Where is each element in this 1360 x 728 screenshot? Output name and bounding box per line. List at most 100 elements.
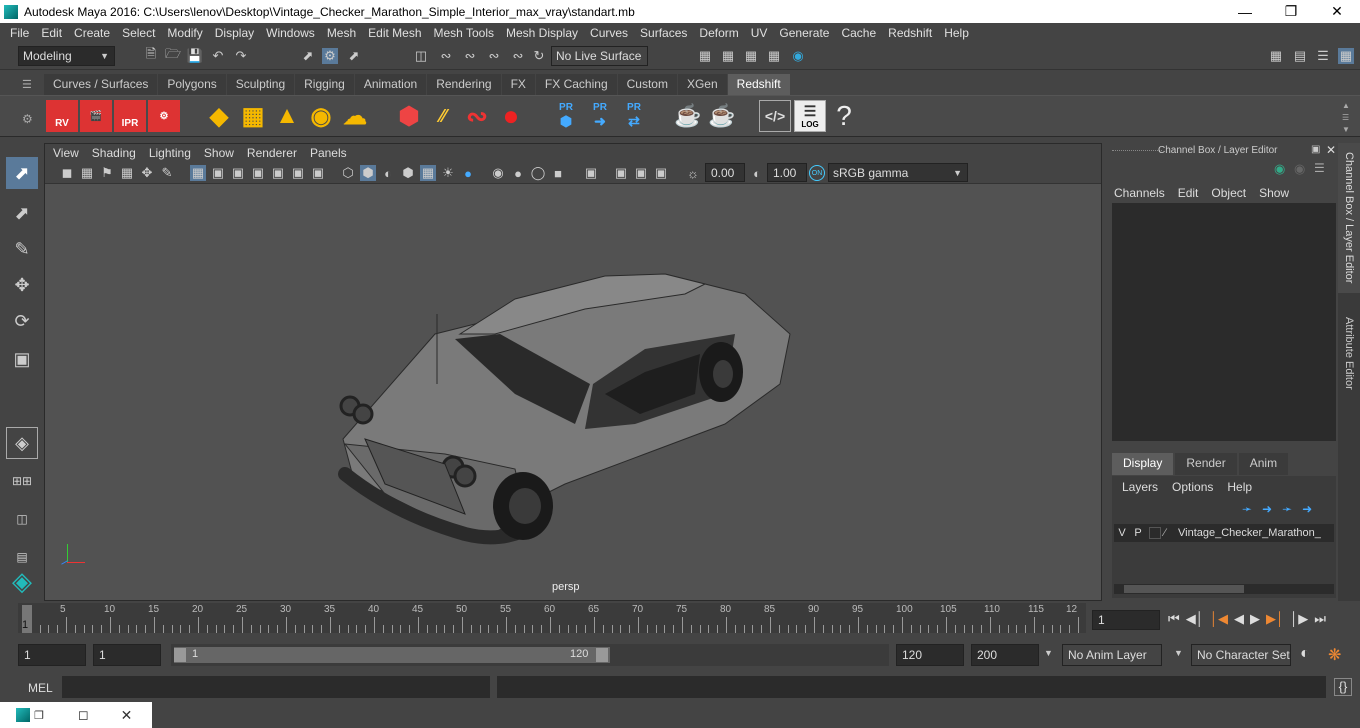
four-view-layout-icon[interactable]: ⊞⊞	[6, 465, 38, 497]
shelf-tab-fx-caching[interactable]: FX Caching	[535, 74, 617, 95]
mel-label[interactable]: MEL	[28, 681, 53, 695]
time-ruler[interactable]: 5 10 15 20 25 30 35 40 45 50 55 60 65 70 75 80 85 90 95 100…	[18, 603, 1086, 633]
viewport-menu-show[interactable]: Show	[204, 146, 234, 160]
safe-title-icon[interactable]: ▣	[310, 165, 326, 181]
layer-actions-icons[interactable]: ➛➜➛➜	[1242, 502, 1322, 516]
new-scene-icon[interactable]: 🗎	[143, 46, 159, 64]
layer-tab-anim[interactable]: Anim	[1238, 453, 1289, 475]
select-tool-icon[interactable]: ⬈	[6, 157, 38, 189]
ipr-render-icon[interactable]: ▦	[743, 48, 759, 64]
select-by-hierarchy-icon[interactable]: ⬈	[300, 48, 316, 64]
close-small-icon[interactable]: ✕	[121, 707, 133, 724]
render-settings-icon[interactable]: ▦	[697, 48, 713, 64]
xray-active-icon[interactable]: ▣	[633, 165, 649, 181]
use-all-lights-icon[interactable]: ▦	[420, 165, 436, 181]
viewport-menu-shading[interactable]: Shading	[92, 146, 136, 160]
channel-box-sync-icon[interactable]: ◉	[1294, 161, 1305, 177]
layer-row[interactable]: V P ∕ Vintage_Checker_Marathon_	[1114, 524, 1334, 542]
redshift-render-icon[interactable]: 🎬	[80, 100, 112, 132]
shelf-tab-custom[interactable]: Custom	[617, 74, 677, 95]
snap-live-icon[interactable]: ↻	[531, 48, 547, 64]
safe-action-icon[interactable]: ▣	[290, 165, 306, 181]
layer-scroll-thumb[interactable]	[1124, 585, 1244, 593]
redshift-bake-set-icon[interactable]: ☕	[706, 100, 738, 132]
film-gate-icon[interactable]: ▣	[210, 165, 226, 181]
playback-end-field[interactable]: 120	[896, 644, 964, 666]
menu-edit[interactable]: Edit	[35, 26, 68, 40]
channel-box-side-tab[interactable]: Channel Box / Layer Editor	[1338, 143, 1360, 293]
shelf-tab-sculpting[interactable]: Sculpting	[226, 74, 295, 95]
shelf-tab-curves-surfaces[interactable]: Curves / Surfaces	[44, 74, 158, 95]
redshift-render-settings-icon[interactable]: ⚙	[148, 100, 180, 132]
redshift-area-light-icon[interactable]: ◆	[203, 100, 235, 132]
redshift-pr-box-icon[interactable]: PR ⬢	[550, 100, 582, 132]
two-d-pan-icon[interactable]: ✥	[139, 165, 155, 181]
live-surface-field[interactable]: No Live Surface	[551, 46, 648, 66]
channel-menu-edit[interactable]: Edit	[1178, 183, 1199, 203]
step-back-key-icon[interactable]: │◀	[1210, 611, 1228, 627]
redshift-script-icon[interactable]: </>	[759, 100, 791, 132]
wireframe-icon[interactable]: ⬡	[340, 165, 356, 181]
render-frame-icon[interactable]: ▦	[720, 48, 736, 64]
menu-mesh[interactable]: Mesh	[321, 26, 362, 40]
channel-menu-channels[interactable]: Channels	[1114, 183, 1165, 203]
resolution-gate-icon[interactable]: ▣	[230, 165, 246, 181]
menu-create[interactable]: Create	[68, 26, 116, 40]
color-management-icon[interactable]: ON	[809, 165, 825, 181]
single-perspective-layout-icon[interactable]: ◈	[6, 427, 38, 459]
menu-windows[interactable]: Windows	[260, 26, 321, 40]
char-set-field[interactable]: No Character Set	[1191, 644, 1291, 666]
redshift-ipr-icon[interactable]: IPR	[114, 100, 146, 132]
snap-point-icon[interactable]: ∾	[462, 48, 478, 64]
go-to-end-icon[interactable]: ⏭	[1314, 611, 1326, 627]
scale-tool-icon[interactable]: ▣	[6, 343, 38, 375]
shelf-menu-icon[interactable]: ☰	[22, 78, 34, 91]
viewport-menu-view[interactable]: View	[53, 146, 79, 160]
undo-icon[interactable]: ↶	[210, 48, 226, 64]
shelf-scroll-arrows-icon[interactable]: ▲ ☰ ▼	[1342, 100, 1350, 136]
motion-blur-icon[interactable]: ◉	[490, 165, 506, 181]
redshift-render-view-icon[interactable]: RV	[46, 100, 78, 132]
color-space-dropdown[interactable]: sRGB gamma ▼	[828, 163, 968, 182]
select-by-component-icon[interactable]: ⚙	[322, 48, 338, 64]
camera-select-icon[interactable]: ◼	[59, 165, 75, 181]
range-bar-track[interactable]: 1 120	[171, 644, 889, 666]
snap-view-icon[interactable]: ∾	[486, 48, 502, 64]
layer-type-toggle[interactable]	[1149, 527, 1161, 539]
redshift-volume-icon[interactable]: ⁄⁄	[427, 100, 459, 132]
car-model-render[interactable]	[45, 184, 1101, 600]
layer-menu-options[interactable]: Options	[1172, 480, 1213, 494]
menu-redshift[interactable]: Redshift	[882, 26, 938, 40]
layer-menu-layers[interactable]: Layers	[1122, 480, 1158, 494]
save-scene-icon[interactable]: 💾	[187, 48, 203, 64]
ambient-occlusion-icon[interactable]: ●	[460, 165, 476, 181]
redshift-material-icon[interactable]: ●	[495, 100, 527, 132]
menu-uv[interactable]: UV	[745, 26, 774, 40]
wireframe-on-shaded-icon[interactable]: ◐	[380, 165, 396, 181]
menu-set-dropdown[interactable]: Modeling ▼	[18, 46, 115, 66]
redshift-pr-swap-icon[interactable]: PR ⇄	[618, 100, 650, 132]
restore-window-icon[interactable]: ❐	[34, 709, 44, 722]
shelf-tab-rigging[interactable]: Rigging	[295, 74, 354, 95]
viewport-menu-panels[interactable]: Panels	[310, 146, 347, 160]
shelf-tab-rendering[interactable]: Rendering	[427, 74, 501, 95]
redo-icon[interactable]: ↷	[233, 48, 249, 64]
animation-start-field[interactable]: 1	[18, 644, 86, 666]
menu-display[interactable]: Display	[209, 26, 260, 40]
range-start-grip[interactable]	[174, 648, 186, 662]
smooth-shade-icon[interactable]: ⬢	[360, 165, 376, 181]
xray-joints-icon[interactable]: ▣	[613, 165, 629, 181]
range-bar-handle[interactable]: 1 120	[174, 647, 610, 663]
multisample-aa-icon[interactable]: ●	[510, 165, 526, 181]
anim-layer-arrow-icon[interactable]: ▼	[1044, 648, 1053, 658]
depth-of-field-icon[interactable]: ◯	[530, 165, 546, 181]
close-panel-icon[interactable]: ✕	[1326, 143, 1336, 157]
redshift-portal-light-icon[interactable]: ▦	[237, 100, 269, 132]
go-to-start-icon[interactable]: ⏮	[1168, 611, 1180, 627]
shelf-tab-animation[interactable]: Animation	[354, 74, 427, 95]
float-panel-icon[interactable]: ▣	[1311, 144, 1320, 155]
layer-name[interactable]: Vintage_Checker_Marathon_	[1178, 527, 1321, 539]
maximize-button[interactable]: ❐	[1268, 0, 1314, 23]
layer-tab-render[interactable]: Render	[1175, 453, 1237, 475]
current-frame-field[interactable]: 1	[1092, 610, 1160, 630]
